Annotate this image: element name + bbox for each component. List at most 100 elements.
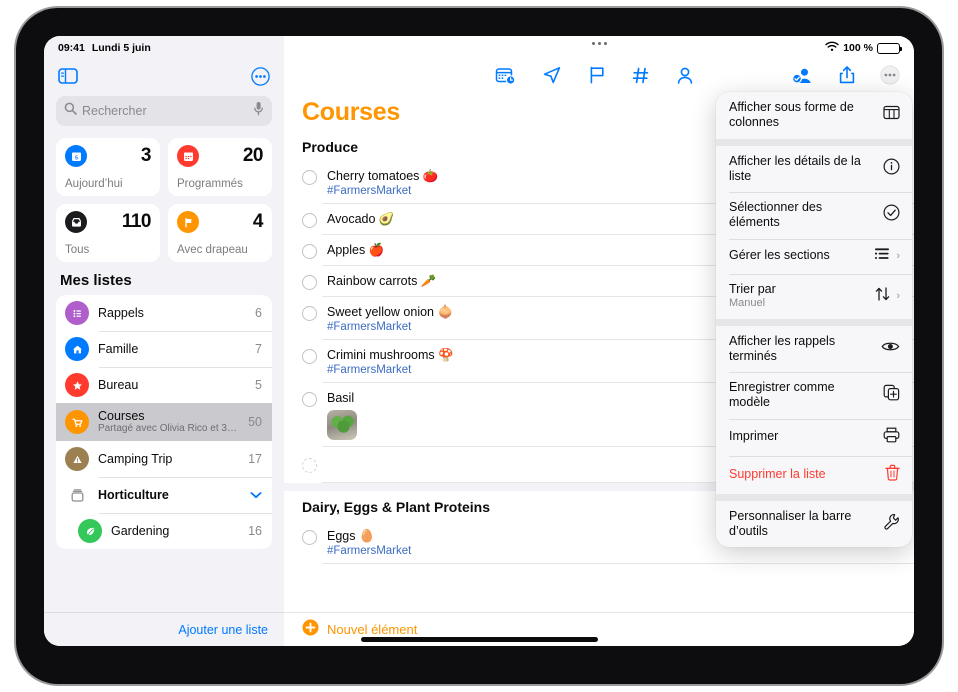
checkbox-circle-icon[interactable]: [302, 392, 317, 407]
checkbox-circle-icon[interactable]: [302, 213, 317, 228]
menu-item-label: Supprimer la liste: [729, 466, 826, 481]
menu-item-selectionner-elements[interactable]: Sélectionner des éléments: [716, 192, 912, 239]
search-input[interactable]: Rechercher: [56, 96, 272, 126]
sidebar-list-camping-trip[interactable]: Camping Trip 17: [56, 441, 272, 477]
menu-item-label: Personnaliser la barre d’outils: [729, 508, 852, 538]
search-icon: [64, 102, 77, 120]
menu-item-trier-par[interactable]: Trier par Manuel ›: [716, 273, 912, 319]
smart-list-count: 110: [121, 211, 152, 232]
menu-item-label: Gérer les sections: [729, 248, 830, 263]
scheduled-calendar-icon: [177, 145, 199, 167]
menu-item-afficher-rappels-termines[interactable]: Afficher les rappels terminés: [716, 326, 912, 373]
person-icon[interactable]: [676, 66, 694, 85]
checkbox-circle-icon[interactable]: [302, 530, 317, 545]
smart-list-all[interactable]: 110 Tous: [56, 204, 160, 262]
list-count: 5: [255, 378, 262, 392]
reminder-title: Eggs 🥚: [327, 529, 375, 543]
menu-separator: [716, 138, 912, 146]
menu-item-afficher-details[interactable]: Afficher les détails de la liste: [716, 146, 912, 193]
list-bullet-icon: [65, 301, 89, 325]
checkbox-circle-icon[interactable]: [302, 244, 317, 259]
main-pane: 100 % Courses Produce Cherry tomatoes 🍅 …: [284, 36, 914, 646]
list-count: 50: [248, 415, 262, 429]
menu-item-label: Afficher les rappels terminés: [729, 333, 836, 363]
microphone-icon[interactable]: [253, 101, 264, 121]
list-count: 6: [255, 306, 262, 320]
menu-item-personnaliser-barre-outils[interactable]: Personnaliser la barre d’outils: [716, 501, 912, 548]
reminder-tag[interactable]: #FarmersMarket: [327, 185, 438, 197]
add-list-label[interactable]: Ajouter une liste: [178, 623, 268, 637]
my-lists-header: Mes listes: [60, 272, 132, 289]
hashtag-icon[interactable]: [632, 66, 650, 85]
list-name: Courses: [98, 408, 145, 423]
eye-icon: [881, 340, 900, 358]
calendar-clock-icon[interactable]: [495, 66, 516, 85]
share-icon[interactable]: [838, 65, 856, 85]
checkbox-circle-icon[interactable]: [302, 170, 317, 185]
status-date: Lundi 5 juin: [91, 42, 151, 54]
cart-icon: [65, 410, 89, 434]
menu-item-imprimer[interactable]: Imprimer: [716, 418, 912, 456]
sidebar-toggle-icon[interactable]: [58, 68, 78, 84]
sidebar-list-gardening[interactable]: Gardening 16: [56, 513, 272, 549]
sort-arrows-icon: [874, 286, 891, 307]
list-name: Horticulture: [98, 487, 169, 502]
star-icon: [65, 373, 89, 397]
grabber-dot: [591, 42, 595, 45]
smart-lists-grid: 5 3 Aujourd’hui 20 Programmés 110 Tous 4…: [44, 134, 284, 270]
menu-item-label: Afficher sous forme de colonnes: [729, 100, 854, 130]
grabber-dot: [603, 42, 607, 45]
checkbox-circle-icon[interactable]: [302, 458, 317, 473]
status-bar: 09:41 Lundi 5 juin: [44, 36, 284, 58]
reminder-title: Basil: [327, 391, 355, 405]
smart-list-flagged[interactable]: 4 Avec drapeau: [168, 204, 272, 262]
sidebar-list-courses[interactable]: Courses Partagé avec Olivia Rico et 3… 5…: [56, 403, 272, 441]
menu-item-gerer-sections[interactable]: Gérer les sections ›: [716, 238, 912, 274]
lists-container: Rappels 6 Famille 7 Bureau 5 Courses Par…: [56, 295, 272, 549]
more-circle-icon[interactable]: [251, 66, 270, 86]
menu-item-supprimer-liste[interactable]: Supprimer la liste: [716, 455, 912, 494]
checkbox-circle-icon[interactable]: [302, 349, 317, 364]
flag-icon[interactable]: [588, 65, 606, 85]
checkbox-circle-icon[interactable]: [302, 306, 317, 321]
reminder-tag[interactable]: #FarmersMarket: [327, 364, 454, 376]
columns-view-icon: [883, 105, 900, 125]
window-grabber[interactable]: [284, 42, 914, 45]
reminder-tag[interactable]: #FarmersMarket: [327, 545, 411, 557]
main-status-bar: 100 %: [284, 36, 914, 58]
reminder-title: Apples 🍎: [327, 243, 385, 257]
sidebar-group-horticulture[interactable]: Horticulture: [56, 477, 272, 513]
smart-list-label: Tous: [65, 244, 90, 256]
leaf-icon: [78, 519, 102, 543]
menu-item-afficher-colonnes[interactable]: Afficher sous forme de colonnes: [716, 92, 912, 139]
smart-list-scheduled[interactable]: 20 Programmés: [168, 138, 272, 196]
menu-item-enregistrer-modele[interactable]: Enregistrer comme modèle: [716, 372, 912, 419]
reminder-title: Sweet yellow onion 🧅: [327, 305, 454, 319]
location-arrow-icon[interactable]: [542, 65, 562, 85]
list-count: 7: [255, 342, 262, 356]
battery-icon: [877, 42, 902, 54]
chevron-down-icon[interactable]: [250, 486, 262, 504]
smart-list-today[interactable]: 5 3 Aujourd’hui: [56, 138, 160, 196]
smart-list-count: 4: [252, 211, 264, 232]
sidebar-list-bureau[interactable]: Bureau 5: [56, 367, 272, 403]
main-toolbar: [284, 58, 914, 92]
triangle-exclamation-icon: [65, 447, 89, 471]
reminder-tag[interactable]: #FarmersMarket: [327, 321, 453, 333]
list-count: 16: [248, 524, 262, 538]
add-person-icon[interactable]: [791, 66, 814, 85]
list-options-menu[interactable]: Afficher sous forme de colonnes Afficher…: [716, 92, 912, 547]
smart-list-count: 3: [140, 145, 152, 166]
search-placeholder: Rechercher: [82, 104, 147, 118]
more-circle-icon[interactable]: [880, 65, 900, 85]
sidebar-list-rappels[interactable]: Rappels 6: [56, 295, 272, 331]
menu-item-label: Enregistrer comme modèle: [729, 380, 835, 410]
svg-text:5: 5: [75, 155, 78, 161]
reminder-title: Rainbow carrots 🥕: [327, 274, 437, 288]
add-list-bar[interactable]: Ajouter une liste: [44, 612, 284, 646]
sidebar-list-famille[interactable]: Famille 7: [56, 331, 272, 367]
checkbox-circle-icon[interactable]: [302, 275, 317, 290]
reminder-photo-thumbnail[interactable]: [327, 410, 357, 440]
ipad-screen: 09:41 Lundi 5 juin Rechercher 5 3 Aujour…: [44, 36, 914, 646]
reminder-title: Cherry tomatoes 🍅: [327, 169, 439, 183]
